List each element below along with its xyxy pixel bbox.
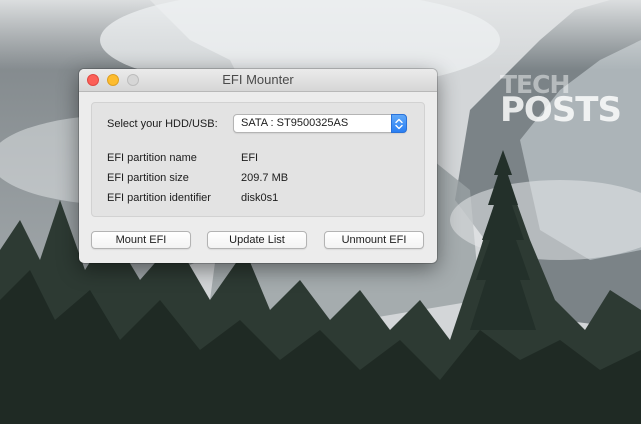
partition-name-label: EFI partition name xyxy=(107,152,197,164)
partition-identifier-label: EFI partition identifier xyxy=(107,192,211,204)
partition-identifier-value: disk0s1 xyxy=(241,192,279,204)
partition-size-label: EFI partition size xyxy=(107,172,189,184)
efi-mounter-window: EFI Mounter Select your HDD/USB: SATA : … xyxy=(79,69,437,263)
update-list-button[interactable]: Update List xyxy=(207,231,307,249)
watermark-logo: TECH POSTS xyxy=(500,70,622,127)
drive-select-popup[interactable]: SATA : ST9500325AS xyxy=(233,114,407,133)
chevron-updown-icon[interactable] xyxy=(391,114,407,133)
partition-info-box: Select your HDD/USB: SATA : ST9500325AS … xyxy=(91,102,425,217)
watermark-top-text: TECH xyxy=(500,70,570,99)
partition-size-value: 209.7 MB xyxy=(241,172,289,184)
partition-name-value: EFI xyxy=(241,152,259,164)
unmount-efi-button[interactable]: Unmount EFI xyxy=(324,231,424,249)
window-title: EFI Mounter xyxy=(222,72,294,87)
window-titlebar[interactable]: EFI Mounter xyxy=(79,69,437,92)
drive-select-label: Select your HDD/USB: xyxy=(107,118,218,130)
drive-select-value: SATA : ST9500325AS xyxy=(241,117,349,129)
mount-efi-button[interactable]: Mount EFI xyxy=(91,231,191,249)
